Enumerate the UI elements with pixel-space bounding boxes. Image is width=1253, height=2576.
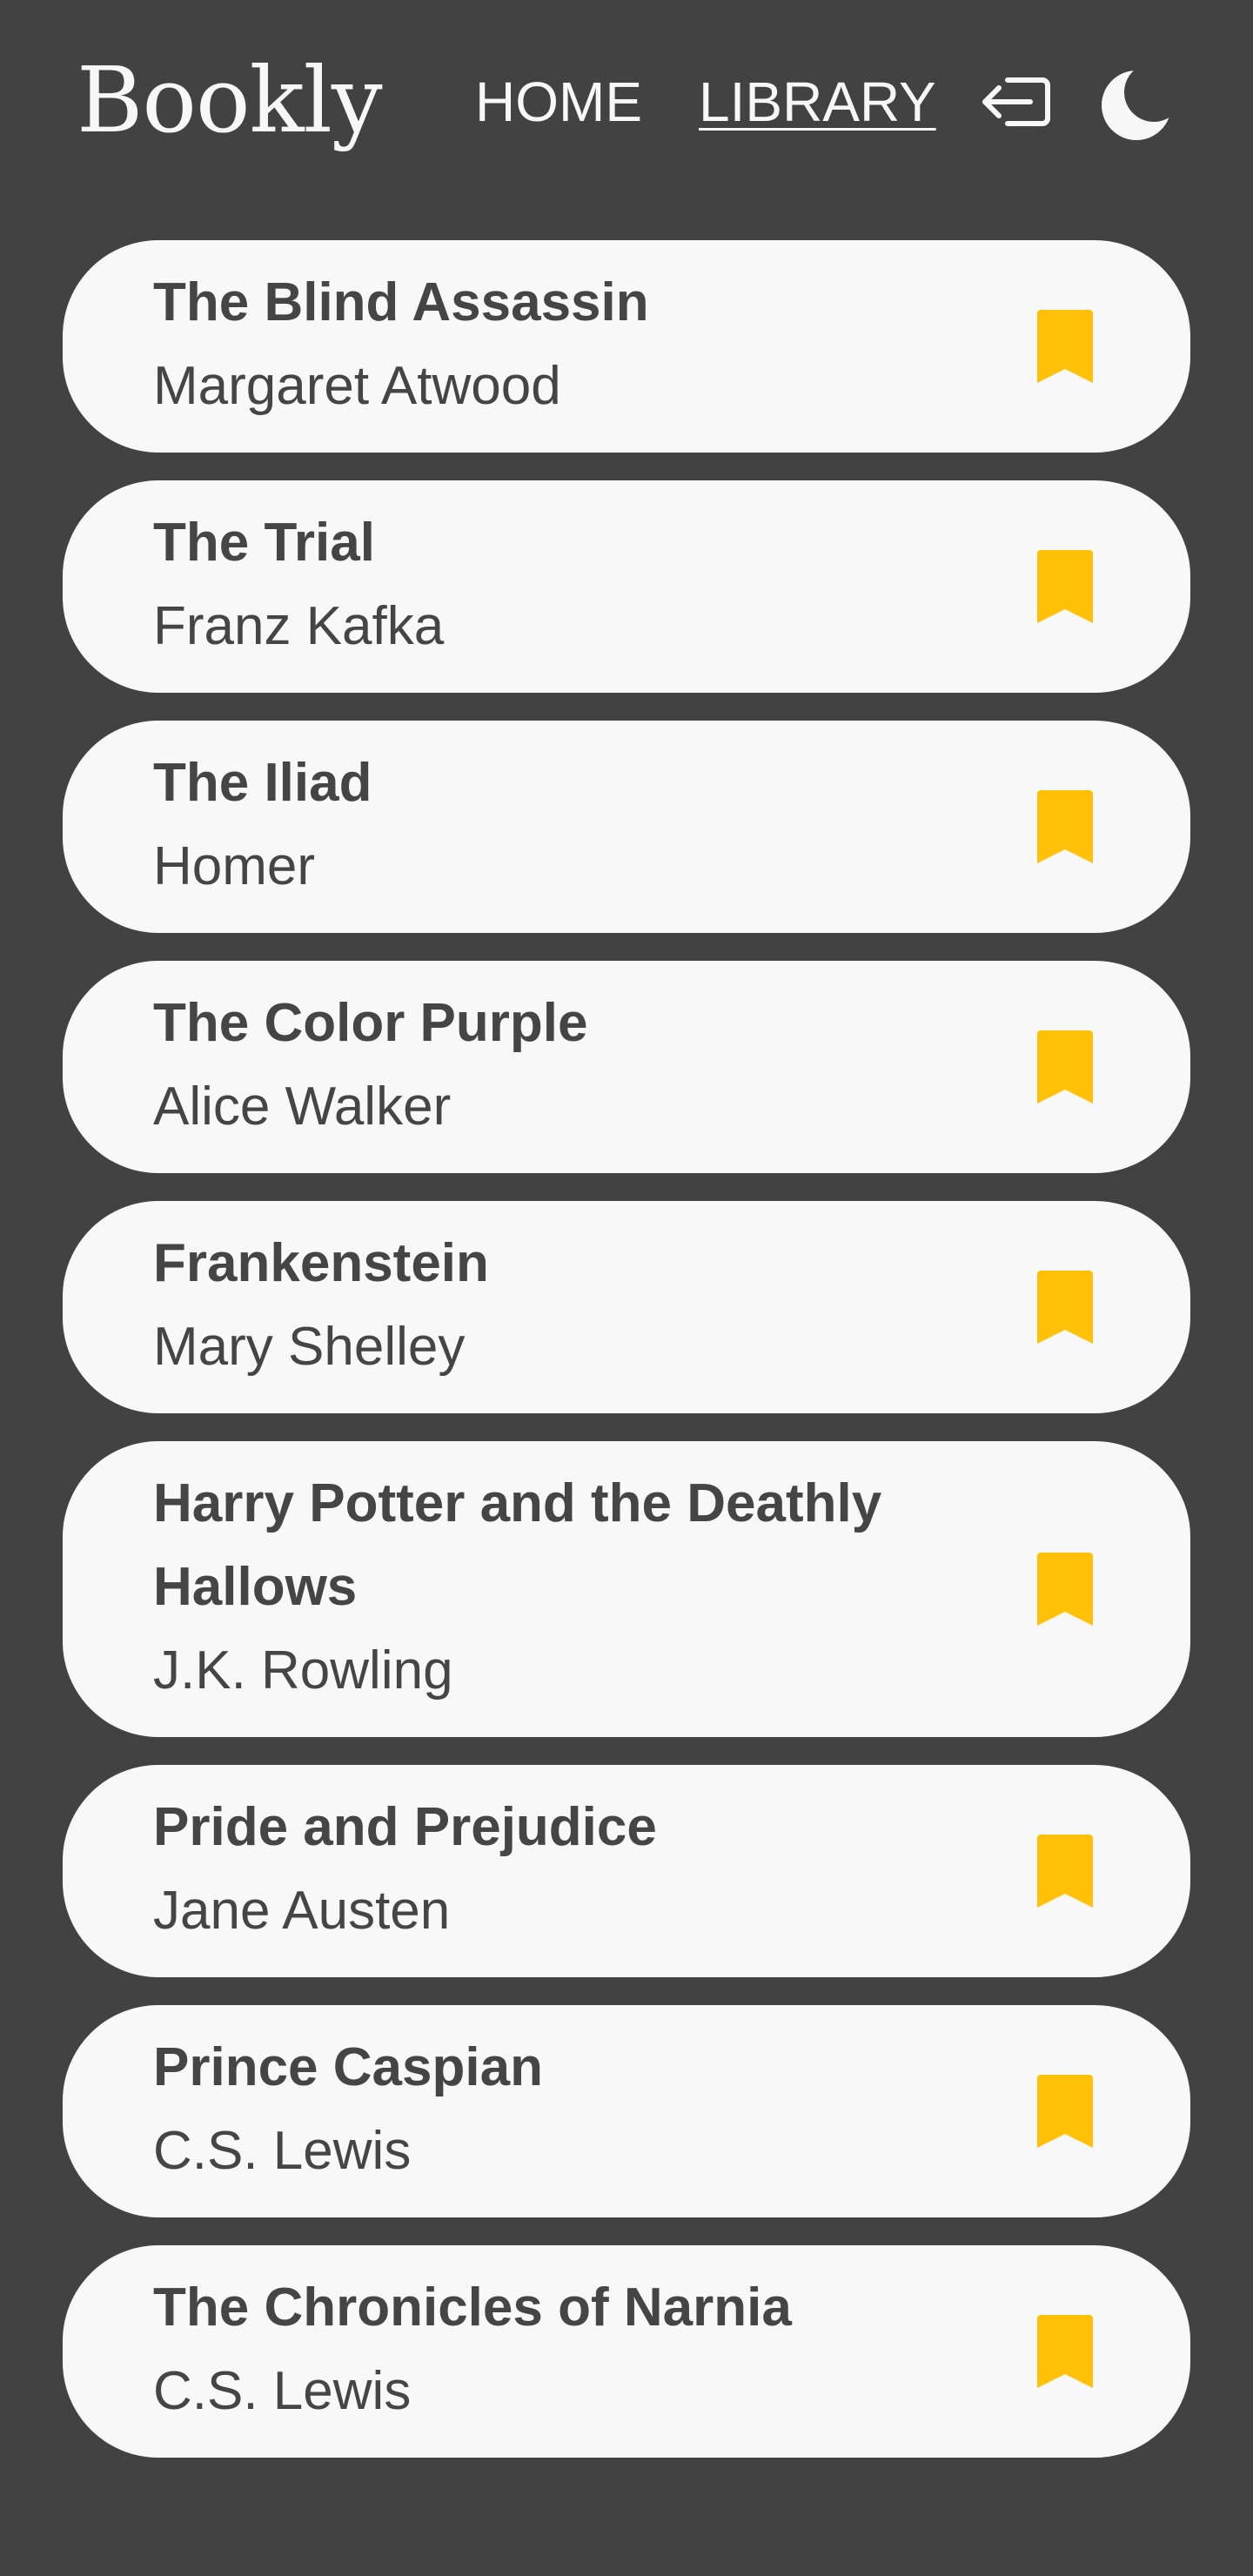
book-title: Frankenstein (153, 1233, 489, 1293)
theme-toggle-button[interactable] (1100, 66, 1178, 144)
bookmark-icon[interactable] (1037, 1271, 1093, 1344)
book-card[interactable]: The Blind Assassin Margaret Atwood (63, 240, 1190, 453)
app-logo[interactable]: Bookly (77, 44, 383, 157)
book-card[interactable]: Prince Caspian C.S. Lewis (63, 2005, 1190, 2217)
bookmark-icon[interactable] (1037, 790, 1093, 863)
book-title: The Trial (153, 513, 375, 573)
bookmark-icon[interactable] (1037, 2075, 1093, 2148)
book-author: C.S. Lewis (153, 2121, 412, 2181)
book-author: Alice Walker (153, 1077, 452, 1137)
book-author: Mary Shelley (153, 1317, 466, 1377)
logout-button[interactable] (978, 71, 1056, 132)
book-author: C.S. Lewis (153, 2361, 412, 2421)
book-author: J.K. Rowling (153, 1640, 453, 1701)
logout-icon (982, 77, 1050, 126)
bookmark-icon[interactable] (1037, 2315, 1093, 2388)
bookmark-icon[interactable] (1037, 1030, 1093, 1104)
bookmark-icon[interactable] (1037, 310, 1093, 383)
book-author: Homer (153, 836, 316, 896)
bookmark-icon[interactable] (1037, 1835, 1093, 1908)
book-title: The Blind Assassin (153, 272, 649, 332)
book-title: Prince Caspian (153, 2037, 543, 2097)
book-author: Franz Kafka (153, 596, 445, 656)
book-card[interactable]: The Trial Franz Kafka (63, 480, 1190, 693)
nav-home-link[interactable]: HOME (475, 71, 642, 132)
moon-icon (1102, 70, 1171, 140)
book-title: The Color Purple (153, 993, 588, 1053)
book-title: Pride and Prejudice (153, 1797, 657, 1857)
top-nav: Bookly HOME LIBRARY (0, 0, 1253, 200)
bookmark-icon[interactable] (1037, 550, 1093, 623)
book-title: The Iliad (153, 753, 372, 813)
book-card[interactable]: The Color Purple Alice Walker (63, 961, 1190, 1173)
book-card[interactable]: The Iliad Homer (63, 721, 1190, 933)
book-card[interactable]: Harry Potter and the Deathly Hallows J.K… (63, 1441, 1190, 1737)
book-title: The Chronicles of Narnia (153, 2277, 792, 2338)
book-card[interactable]: Pride and Prejudice Jane Austen (63, 1765, 1190, 1977)
nav-library-link[interactable]: LIBRARY (699, 71, 936, 132)
book-author: Margaret Atwood (153, 356, 561, 416)
book-list: The Blind Assassin Margaret Atwood The T… (63, 240, 1190, 2485)
book-card[interactable]: The Chronicles of Narnia C.S. Lewis (63, 2245, 1190, 2458)
book-title: Harry Potter and the Deathly Hallows (153, 1473, 882, 1617)
book-author: Jane Austen (153, 1881, 451, 1941)
bookmark-icon[interactable] (1037, 1553, 1093, 1626)
book-card[interactable]: Frankenstein Mary Shelley (63, 1201, 1190, 1413)
